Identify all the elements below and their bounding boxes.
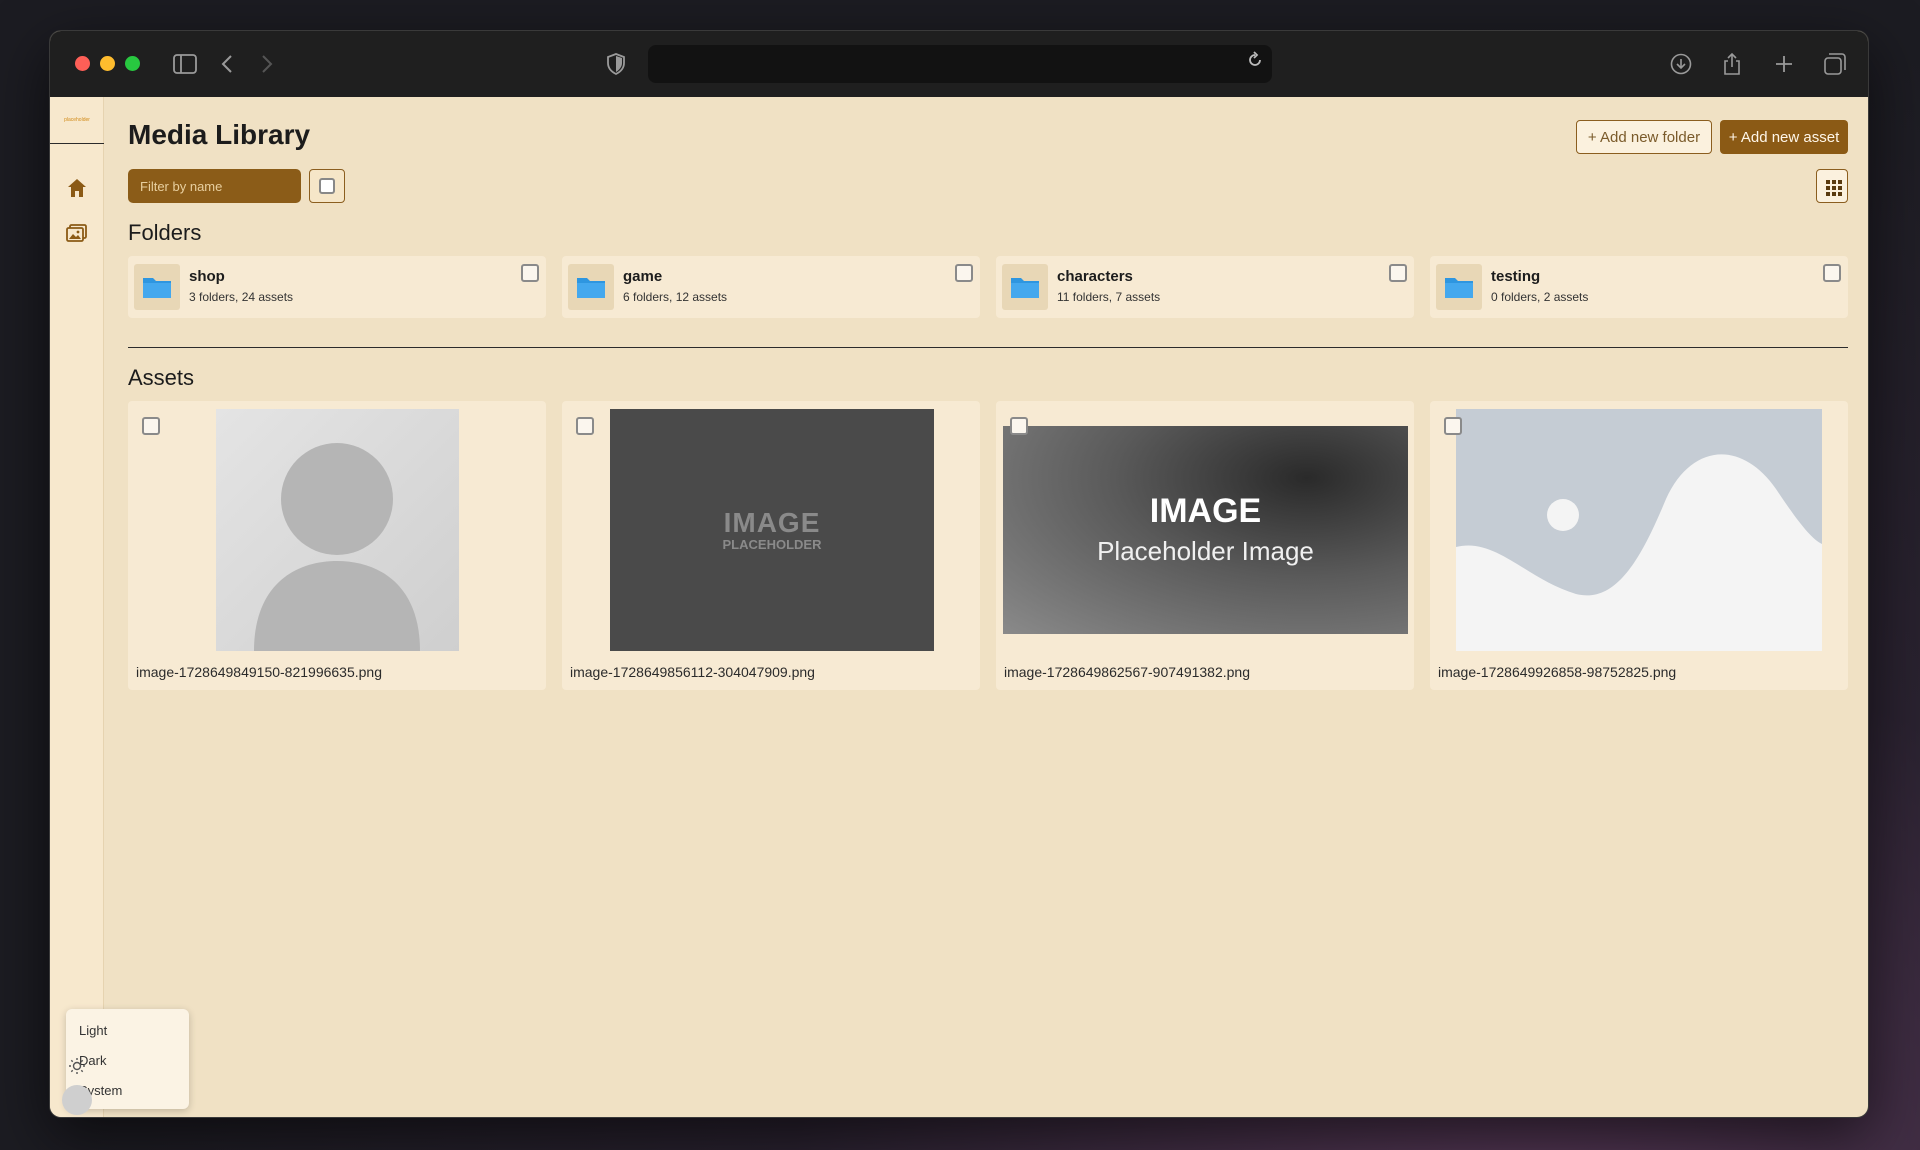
back-icon[interactable] xyxy=(212,49,242,79)
folder-meta: 6 folders, 12 assets xyxy=(623,290,728,304)
sidebar-toggle-icon[interactable] xyxy=(170,49,200,79)
folder-meta: 3 folders, 24 assets xyxy=(189,290,294,304)
asset-thumbnail xyxy=(1456,409,1822,651)
browser-toolbar xyxy=(50,31,1868,97)
folder-card[interactable]: characters 11 folders, 7 assets xyxy=(996,256,1414,318)
asset-filename: image-1728649926858-98752825.png xyxy=(1438,664,1677,680)
select-all-toggle[interactable] xyxy=(309,169,345,203)
window-controls xyxy=(75,56,140,71)
close-window-button[interactable] xyxy=(75,56,90,71)
asset-filename: image-1728649856112-304047909.png xyxy=(570,664,815,680)
folder-icon xyxy=(1002,264,1048,310)
folder-name: characters xyxy=(1057,268,1133,285)
media-gallery-icon[interactable] xyxy=(66,222,88,244)
app-logo[interactable]: placeholder xyxy=(56,117,98,123)
folder-card[interactable]: game 6 folders, 12 assets xyxy=(562,256,980,318)
sidebar-divider xyxy=(50,143,104,144)
minimize-window-button[interactable] xyxy=(100,56,115,71)
image-placeholder-title: IMAGE xyxy=(723,507,821,538)
home-icon[interactable] xyxy=(66,177,88,199)
asset-checkbox[interactable] xyxy=(1010,417,1028,435)
folder-icon xyxy=(1436,264,1482,310)
download-icon[interactable] xyxy=(1666,49,1696,79)
image-placeholder-title: IMAGE xyxy=(1149,492,1262,530)
asset-checkbox[interactable] xyxy=(142,417,160,435)
forward-icon[interactable] xyxy=(252,49,282,79)
asset-thumbnail: IMAGE PLACEHOLDER xyxy=(610,409,934,651)
folder-name: game xyxy=(623,268,663,285)
add-asset-button[interactable]: + Add new asset xyxy=(1720,120,1848,154)
asset-card[interactable]: image-1728649926858-98752825.png xyxy=(1430,401,1848,690)
asset-card[interactable]: IMAGE Placeholder Image image-1728649862… xyxy=(996,401,1414,690)
asset-filename: image-1728649849150-821996635.png xyxy=(136,664,382,680)
address-bar[interactable] xyxy=(648,45,1272,83)
folder-name: shop xyxy=(189,268,225,285)
sun-icon[interactable] xyxy=(68,1057,86,1075)
folder-checkbox[interactable] xyxy=(1389,264,1407,282)
folder-meta: 11 folders, 7 assets xyxy=(1057,290,1161,304)
asset-checkbox[interactable] xyxy=(576,417,594,435)
page-title: Media Library xyxy=(128,119,311,150)
folder-checkbox[interactable] xyxy=(1823,264,1841,282)
asset-card[interactable]: image-1728649849150-821996635.png xyxy=(128,401,546,690)
folder-checkbox[interactable] xyxy=(955,264,973,282)
new-tab-icon[interactable] xyxy=(1769,49,1799,79)
folder-icon xyxy=(134,264,180,310)
folder-card[interactable]: testing 0 folders, 2 assets xyxy=(1430,256,1848,318)
share-icon[interactable] xyxy=(1717,49,1747,79)
folders-heading: Folders xyxy=(128,220,202,245)
filter-input[interactable]: Filter by name xyxy=(128,169,301,203)
browser-window: placeholder Light Dark System Media Libr… xyxy=(49,30,1869,1118)
add-folder-button[interactable]: + Add new folder xyxy=(1576,120,1712,154)
asset-thumbnail xyxy=(216,409,459,651)
image-placeholder-subtitle: Placeholder Image xyxy=(1097,536,1314,566)
shield-icon[interactable] xyxy=(601,49,631,79)
select-all-checkbox[interactable] xyxy=(319,178,335,194)
folder-meta: 0 folders, 2 assets xyxy=(1491,290,1589,304)
tab-overview-icon[interactable] xyxy=(1820,49,1850,79)
app-sidebar: placeholder Light Dark System xyxy=(50,97,189,1117)
folder-icon xyxy=(568,264,614,310)
image-placeholder-subtitle: PLACEHOLDER xyxy=(722,537,822,552)
asset-card[interactable]: IMAGE PLACEHOLDER image-1728649856112-30… xyxy=(562,401,980,690)
theme-option-light[interactable]: Light xyxy=(66,1017,189,1047)
asset-checkbox[interactable] xyxy=(1444,417,1462,435)
reload-icon[interactable] xyxy=(1246,51,1264,75)
grid-view-icon[interactable] xyxy=(1816,169,1848,203)
folder-checkbox[interactable] xyxy=(521,264,539,282)
folder-name: testing xyxy=(1491,268,1541,285)
section-divider xyxy=(128,347,1848,348)
asset-thumbnail: IMAGE Placeholder Image xyxy=(1003,426,1408,634)
avatar[interactable] xyxy=(62,1085,92,1115)
maximize-window-button[interactable] xyxy=(125,56,140,71)
folder-card[interactable]: shop 3 folders, 24 assets xyxy=(128,256,546,318)
assets-heading: Assets xyxy=(128,365,195,390)
asset-filename: image-1728649862567-907491382.png xyxy=(1004,664,1250,680)
folders-list: shop 3 folders, 24 assets game 6 folders… xyxy=(128,256,1848,318)
